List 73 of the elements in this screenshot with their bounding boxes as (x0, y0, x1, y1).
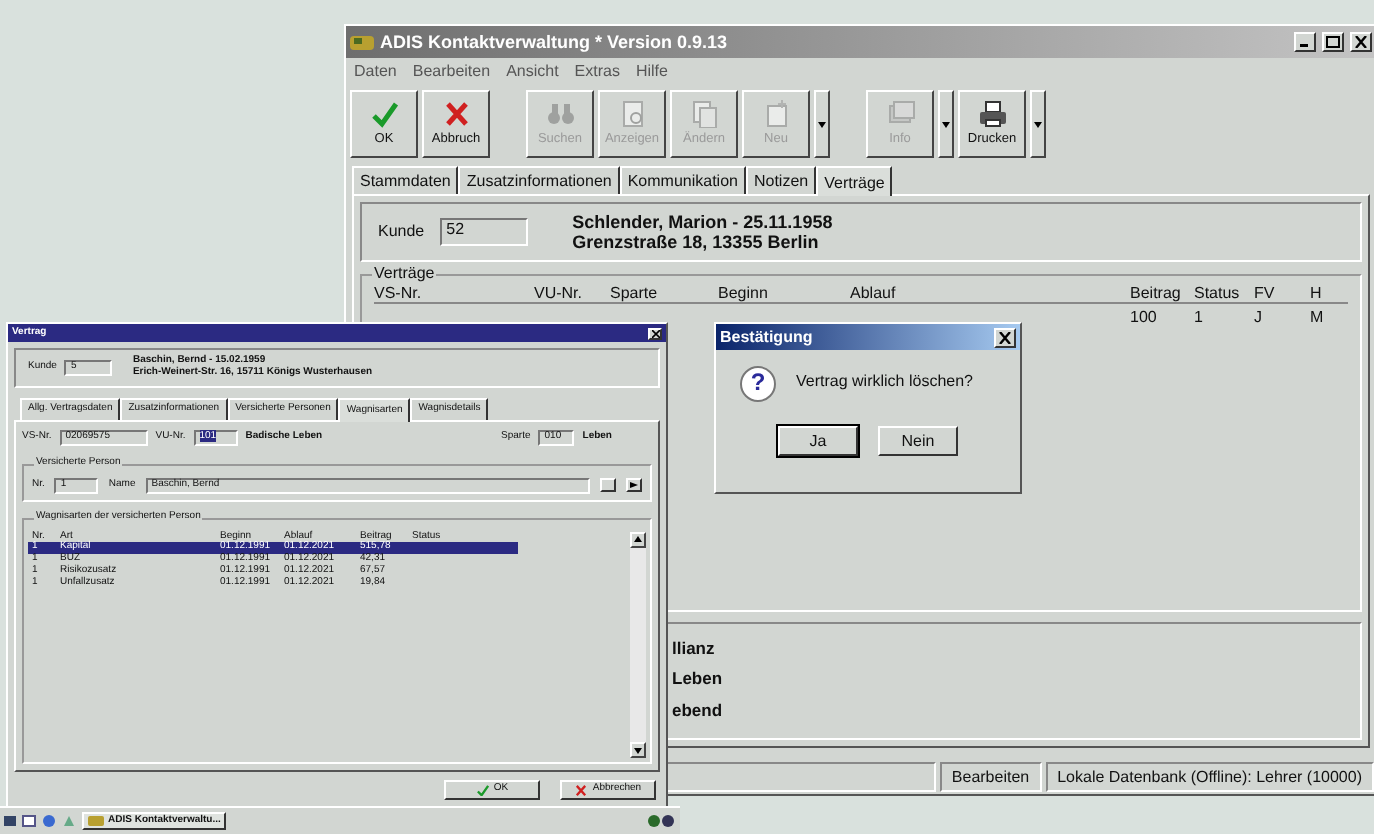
question-icon: ? (740, 366, 776, 402)
column-header: Ablauf (850, 283, 898, 303)
info-text: ebend (672, 702, 723, 722)
tab[interactable]: Stammdaten (352, 166, 459, 195)
table-cell-text: 100 (1130, 308, 1159, 327)
column-header: VS-Nr. (374, 283, 424, 303)
tab[interactable]: Verträge (816, 166, 893, 197)
menu-item[interactable]: Bearbeiten (412, 62, 491, 82)
maximize-button[interactable] (1322, 32, 1344, 52)
caret-icon (942, 121, 950, 127)
menu-item[interactable]: Daten (354, 62, 397, 82)
printer-icon (977, 100, 1007, 129)
column-header: Beginn (718, 283, 770, 303)
dialog-button[interactable]: Nein (878, 426, 958, 456)
customer-info: Grenzstraße 18, 13355 Berlin (572, 232, 821, 253)
close-icon (998, 331, 1012, 343)
tab[interactable]: Notizen (745, 166, 817, 195)
cross-icon (574, 783, 589, 797)
tray-icon (648, 814, 676, 828)
column-header: Status (1194, 283, 1242, 303)
info-text: Leben (672, 670, 723, 691)
group-title: Verträge (372, 264, 437, 284)
status-text: Bearbeiten (939, 762, 1042, 792)
table-cell-text: 1 (1194, 308, 1205, 327)
menu-item[interactable]: Extras (574, 62, 620, 82)
dropdown-button[interactable] (1030, 90, 1046, 158)
start-icon (4, 814, 16, 828)
column-header: H (1310, 283, 1324, 303)
up-arrow-icon (634, 536, 642, 542)
tab[interactable]: Zusatzinformationen (458, 166, 620, 195)
check-icon (475, 783, 490, 797)
info-text: llianz (672, 639, 715, 659)
tab[interactable]: Kommunikation (619, 166, 746, 195)
field-label: Kunde (378, 222, 425, 242)
new-document-icon (761, 100, 791, 129)
down-arrow-icon (634, 747, 642, 753)
dialog-message: Vertrag wirklich löschen? (796, 372, 973, 391)
picker-button[interactable] (600, 478, 616, 493)
window-title: ADIS Kontaktverwaltung * Version 0.9.13 (380, 31, 730, 53)
column-header: FV (1254, 283, 1277, 303)
maximize-icon (1326, 36, 1340, 48)
quick-launch-icon (22, 814, 36, 828)
documents-icon (689, 100, 719, 129)
status-text: Lokale Datenbank (Offline): Lehrer (10000) (1045, 762, 1374, 792)
column-header: Beitrag (1130, 283, 1183, 303)
document-icon (617, 100, 647, 129)
caret-icon (1034, 121, 1042, 127)
app-icon (88, 816, 104, 826)
globe-icon (42, 814, 56, 828)
close-icon (651, 329, 659, 337)
column-header: Sparte (610, 283, 660, 303)
scrollbar[interactable] (630, 531, 646, 758)
table-cell-text: J (1254, 308, 1264, 327)
window-title: Bestätigung (720, 327, 815, 347)
binoculars-icon (545, 100, 575, 129)
menu-item[interactable]: Ansicht (506, 62, 559, 82)
dialog-button[interactable]: Ja (778, 426, 858, 456)
close-button[interactable] (648, 327, 662, 339)
column-header: VU-Nr. (534, 283, 584, 303)
customer-info: Schlender, Marion - 25.11.1958 (572, 211, 833, 233)
quick-launch-icon (62, 814, 76, 828)
dropdown-button[interactable] (626, 478, 642, 493)
table-cell-text: M (1310, 308, 1326, 327)
menu-item[interactable]: Hilfe (635, 62, 668, 82)
caret-icon (630, 482, 638, 489)
app-icon (350, 34, 374, 50)
customer-number-field[interactable]: 52 (440, 218, 529, 247)
check-icon (369, 100, 399, 129)
cross-icon (441, 100, 471, 129)
document-stack-icon (885, 100, 915, 129)
caret-icon (818, 121, 826, 127)
close-icon (1354, 36, 1368, 48)
minimize-button[interactable] (1294, 32, 1316, 52)
